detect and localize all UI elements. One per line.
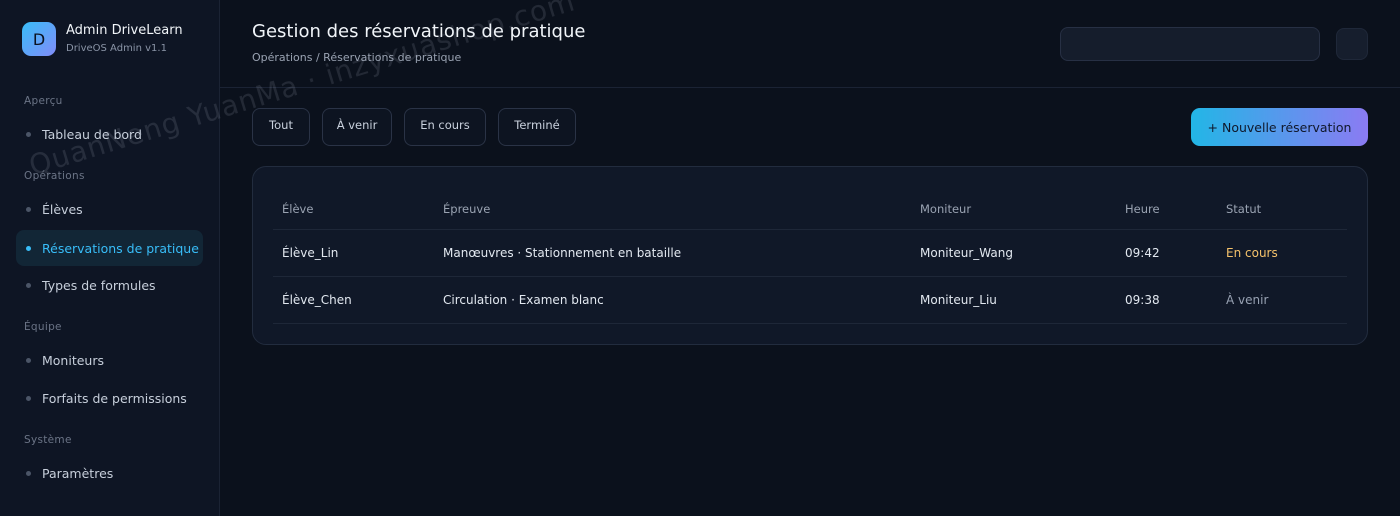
filter-all[interactable]: Tout <box>252 108 310 146</box>
new-reservation-button[interactable]: + Nouvelle réservation <box>1191 108 1368 146</box>
sidebar-item-label: Paramètres <box>42 465 114 481</box>
divider <box>273 229 1347 230</box>
sidebar-item-label: Élèves <box>42 201 83 217</box>
column-header-student[interactable]: Élève <box>282 202 313 216</box>
sidebar-item-reservations[interactable]: Réservations de pratique <box>16 230 203 266</box>
column-header-status[interactable]: Statut <box>1226 202 1261 216</box>
section-label-system: Système <box>24 434 72 446</box>
bullet-icon <box>26 131 31 137</box>
search-input[interactable] <box>1060 27 1320 61</box>
divider <box>273 323 1347 324</box>
bullet-icon <box>26 357 31 363</box>
cell-time: 09:38 <box>1125 293 1160 307</box>
bullet-icon <box>26 245 31 251</box>
cell-student: Élève_Lin <box>282 246 339 260</box>
cell-student: Élève_Chen <box>282 293 352 307</box>
status-badge: En cours <box>1226 246 1278 260</box>
page-header: Gestion des réservations de pratique Opé… <box>220 0 1400 88</box>
page-title: Gestion des réservations de pratique <box>252 21 586 42</box>
sidebar-item-instructors[interactable]: Moniteurs <box>16 342 203 378</box>
sidebar-item-label: Types de formules <box>42 277 156 293</box>
cell-instructor: Moniteur_Wang <box>920 246 1013 260</box>
sidebar-item-settings[interactable]: Paramètres <box>16 455 203 491</box>
brand: D Admin DriveLearn DriveOS Admin v1.1 <box>22 22 183 56</box>
sidebar-item-dashboard[interactable]: Tableau de bord <box>16 116 203 152</box>
bullet-icon <box>26 282 31 288</box>
cell-instructor: Moniteur_Liu <box>920 293 997 307</box>
breadcrumb: Opérations / Réservations de pratique <box>252 51 462 64</box>
brand-subtitle: DriveOS Admin v1.1 <box>66 43 167 54</box>
cell-time: 09:42 <box>1125 246 1160 260</box>
column-header-time[interactable]: Heure <box>1125 202 1160 216</box>
sidebar-item-label: Tableau de bord <box>42 126 142 142</box>
sidebar-item-label: Moniteurs <box>42 352 104 368</box>
reservations-table: Élève Épreuve Moniteur Heure Statut Élèv… <box>252 166 1368 345</box>
filter-in-progress[interactable]: En cours <box>404 108 486 146</box>
sidebar-item-permission-plans[interactable]: Forfaits de permissions <box>16 380 203 416</box>
sidebar-item-label: Forfaits de permissions <box>42 390 187 406</box>
sidebar: D Admin DriveLearn DriveOS Admin v1.1 Ap… <box>0 0 220 516</box>
column-header-instructor[interactable]: Moniteur <box>920 202 971 216</box>
section-label-apercu: Aperçu <box>24 95 63 107</box>
cell-exam: Circulation · Examen blanc <box>443 293 604 307</box>
bullet-icon <box>26 206 31 212</box>
brand-title: Admin DriveLearn <box>66 23 183 38</box>
section-label-team: Équipe <box>24 321 62 333</box>
bullet-icon <box>26 470 31 476</box>
section-label-operations: Opérations <box>24 170 85 182</box>
sidebar-item-plan-types[interactable]: Types de formules <box>16 267 203 303</box>
header-action-button[interactable] <box>1336 28 1368 60</box>
status-badge: À venir <box>1226 293 1269 307</box>
bullet-icon <box>26 395 31 401</box>
filter-upcoming[interactable]: À venir <box>322 108 392 146</box>
sidebar-item-label: Réservations de pratique <box>42 240 199 256</box>
brand-logo: D <box>22 22 56 56</box>
column-header-exam[interactable]: Épreuve <box>443 202 490 216</box>
filter-done[interactable]: Terminé <box>498 108 576 146</box>
cell-exam: Manœuvres · Stationnement en bataille <box>443 246 682 260</box>
sidebar-item-students[interactable]: Élèves <box>16 191 203 227</box>
divider <box>273 276 1347 277</box>
